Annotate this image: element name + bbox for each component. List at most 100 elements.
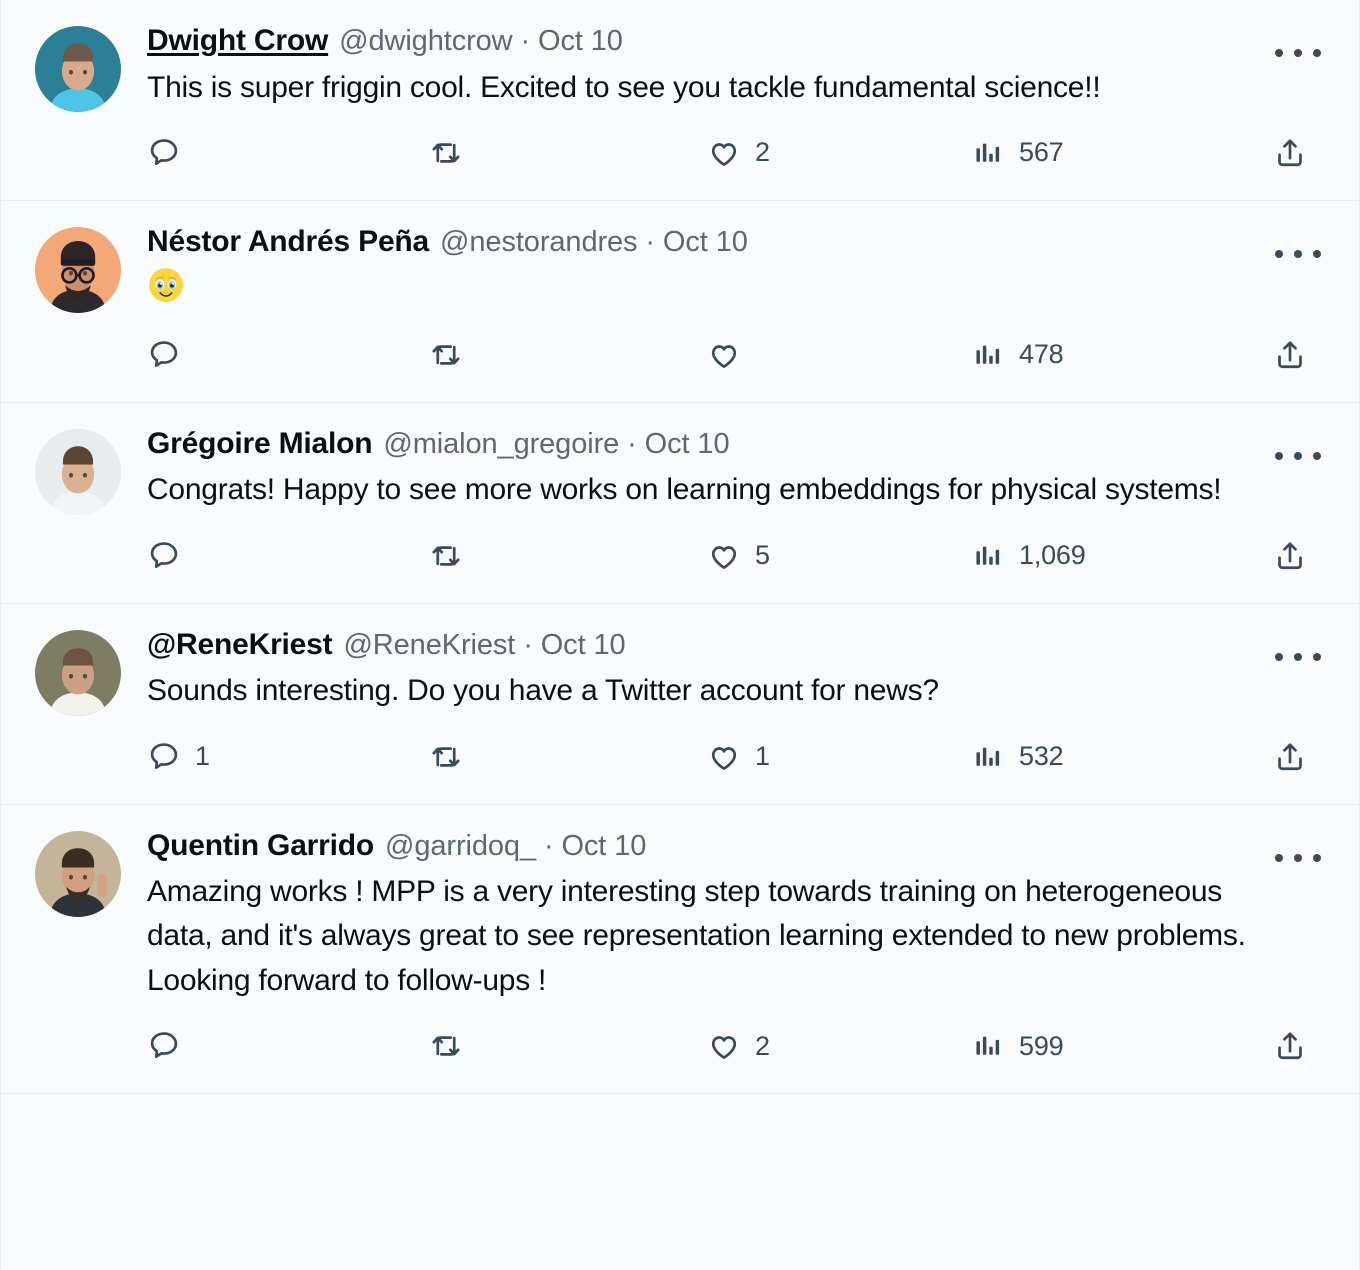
views-button[interactable]: 599 <box>973 1030 1245 1062</box>
display-name[interactable]: @ReneKriest <box>147 626 333 664</box>
views-count: 567 <box>1019 137 1064 168</box>
analytics-bars-icon <box>973 540 1005 572</box>
more-dot <box>1275 451 1283 460</box>
reply-button[interactable]: 1 <box>147 740 429 774</box>
handle-and-date[interactable]: @garridoq_ · Oct 10 <box>385 828 646 864</box>
tweet[interactable]: @ReneKriest @ReneKriest · Oct 10 Sounds … <box>1 603 1359 805</box>
share-button[interactable] <box>1245 539 1307 573</box>
tweet[interactable]: Quentin Garrido @garridoq_ · Oct 10 Amaz… <box>1 804 1359 1095</box>
more-options-icon[interactable] <box>1275 845 1321 871</box>
more-dot <box>1294 853 1302 862</box>
display-name[interactable]: Grégoire Mialon <box>147 425 373 463</box>
tweet-header: @ReneKriest @ReneKriest · Oct 10 <box>147 626 1265 664</box>
more-options-icon[interactable] <box>1275 40 1321 66</box>
retweet-icon <box>429 740 463 774</box>
avatar-column <box>35 22 131 200</box>
more-dot <box>1275 49 1283 57</box>
more-dot <box>1275 652 1283 661</box>
retweet-button[interactable] <box>429 136 707 170</box>
heart-icon <box>707 539 741 573</box>
retweet-icon <box>429 1029 463 1063</box>
face-holding-back-tears-emoji <box>149 268 183 303</box>
like-button[interactable]: 2 <box>707 1029 973 1063</box>
heart-icon <box>707 136 741 170</box>
retweet-button[interactable] <box>429 338 707 372</box>
avatar-column <box>35 223 131 402</box>
tweet-emoji <box>147 268 185 305</box>
reply-button[interactable] <box>147 1029 429 1063</box>
reply-button[interactable] <box>147 338 429 372</box>
views-button[interactable]: 478 <box>973 339 1245 371</box>
avatar-column <box>35 626 131 804</box>
share-button[interactable] <box>1245 740 1307 774</box>
share-button[interactable] <box>1245 1029 1307 1063</box>
display-name[interactable]: Quentin Garrido <box>147 827 374 865</box>
tweet-actions: 2 599 <box>147 1029 1302 1093</box>
more-dot <box>1294 249 1302 258</box>
tweet-body: Dwight Crow @dwightcrow · Oct 10 This is… <box>131 22 1325 200</box>
tweet[interactable]: Grégoire Mialon @mialon_gregoire · Oct 1… <box>1 402 1359 604</box>
reply-button[interactable] <box>147 136 429 170</box>
analytics-bars-icon <box>973 339 1005 371</box>
share-icon <box>1273 1029 1307 1063</box>
tweet-actions: 2 567 <box>147 136 1302 200</box>
avatar-gregoire-mialon[interactable] <box>35 428 121 515</box>
tweet-header: Quentin Garrido @garridoq_ · Oct 10 <box>147 827 1265 865</box>
avatar-column <box>35 827 131 1094</box>
tweet-body: @ReneKriest @ReneKriest · Oct 10 Sounds … <box>131 626 1325 804</box>
more-dot <box>1275 249 1283 258</box>
more-dot <box>1275 853 1283 862</box>
handle-and-date[interactable]: @ReneKriest · Oct 10 <box>343 627 625 663</box>
handle-and-date[interactable]: @nestorandres · Oct 10 <box>440 224 748 260</box>
views-button[interactable]: 532 <box>973 741 1245 773</box>
like-button[interactable]: 1 <box>707 740 973 774</box>
share-button[interactable] <box>1245 338 1307 372</box>
reply-icon <box>147 1029 181 1063</box>
like-button[interactable] <box>707 338 973 372</box>
handle-and-date[interactable]: @mialon_gregoire · Oct 10 <box>383 426 729 462</box>
avatar-rene-kriest[interactable] <box>35 629 121 716</box>
more-dot <box>1313 451 1321 460</box>
views-button[interactable]: 567 <box>973 137 1245 169</box>
like-count: 2 <box>755 1030 770 1061</box>
tweet-body: Grégoire Mialon @mialon_gregoire · Oct 1… <box>131 425 1325 603</box>
heart-icon <box>707 1029 741 1063</box>
retweet-button[interactable] <box>429 539 707 573</box>
reply-button[interactable] <box>147 539 429 573</box>
views-count: 1,069 <box>1019 540 1086 571</box>
tweet-actions: 478 <box>147 338 1302 402</box>
retweet-button[interactable] <box>429 1029 707 1063</box>
tweet-text: Amazing works ! MPP is a very interestin… <box>147 875 1246 997</box>
like-button[interactable]: 5 <box>707 539 973 573</box>
tweet[interactable]: Dwight Crow @dwightcrow · Oct 10 This is… <box>1 0 1359 201</box>
display-name[interactable]: Néstor Andrés Peña <box>147 223 429 261</box>
share-icon <box>1273 539 1307 573</box>
avatar-quentin-garrido[interactable] <box>35 830 121 917</box>
tweet-body: Néstor Andrés Peña @nestorandres · Oct 1… <box>131 223 1325 402</box>
retweet-icon <box>429 338 463 372</box>
avatar-nestor-andres-pena[interactable] <box>35 226 121 313</box>
more-options-icon[interactable] <box>1275 644 1321 670</box>
more-dot <box>1294 49 1302 57</box>
more-dot <box>1313 652 1321 661</box>
like-count: 1 <box>755 741 770 772</box>
retweet-button[interactable] <box>429 740 707 774</box>
views-button[interactable]: 1,069 <box>973 540 1245 572</box>
reply-icon <box>147 740 181 774</box>
more-options-icon[interactable] <box>1275 443 1321 469</box>
analytics-bars-icon <box>973 741 1005 773</box>
more-options-icon[interactable] <box>1275 241 1321 267</box>
more-dot <box>1313 853 1321 862</box>
share-button[interactable] <box>1245 136 1307 170</box>
like-button[interactable]: 2 <box>707 136 973 170</box>
avatar-column <box>35 425 131 603</box>
heart-icon <box>707 338 741 372</box>
avatar-dwight-crow[interactable] <box>35 26 121 112</box>
display-name[interactable]: Dwight Crow <box>147 22 328 60</box>
reply-icon <box>147 136 181 170</box>
share-icon <box>1273 338 1307 372</box>
handle-and-date[interactable]: @dwightcrow · Oct 10 <box>339 23 623 59</box>
tweet[interactable]: Néstor Andrés Peña @nestorandres · Oct 1… <box>1 200 1359 403</box>
reply-icon <box>147 539 181 573</box>
views-count: 599 <box>1019 1030 1064 1061</box>
